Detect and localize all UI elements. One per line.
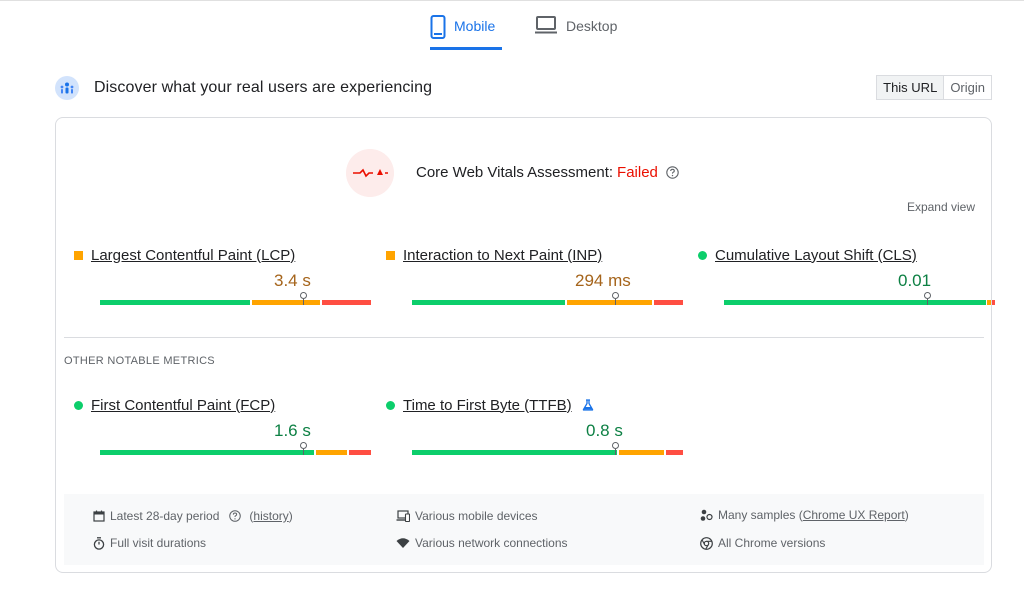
good-indicator-icon — [698, 250, 707, 260]
metric-cls-distribution-bar — [724, 292, 995, 305]
p75-marker-icon — [924, 292, 931, 305]
help-icon[interactable] — [666, 166, 679, 179]
assessment-label: Core Web Vitals Assessment: — [416, 164, 614, 181]
good-segment — [724, 300, 986, 305]
p75-marker-icon — [612, 292, 619, 305]
metric-lcp: Largest Contentful Paint (LCP) 3.4 s — [74, 245, 371, 315]
field-data-card: Core Web Vitals Assessment: Failed Expan… — [55, 117, 995, 573]
stopwatch-icon — [93, 536, 105, 550]
average-indicator-icon — [386, 250, 395, 260]
this-url-button[interactable]: This URL — [877, 76, 945, 99]
history-link[interactable]: history — [253, 509, 288, 523]
average-indicator-icon — [74, 250, 83, 260]
metric-ttfb-distribution-bar — [412, 442, 683, 455]
field-data-header: Discover what your real users are experi… — [55, 75, 992, 103]
footer-devices-text: Various mobile devices — [415, 509, 538, 523]
needs-improvement-segment — [987, 300, 991, 305]
failed-assessment-icon — [346, 149, 394, 197]
laptop-icon — [535, 16, 557, 34]
tab-mobile-label: Mobile — [454, 18, 496, 34]
footer-samples-suffix: ) — [904, 508, 909, 522]
metric-cls-name[interactable]: Cumulative Layout Shift (CLS) — [715, 247, 917, 264]
metric-fcp: First Contentful Paint (FCP) 1.6 s — [74, 395, 371, 465]
url-origin-toggle: This URL Origin — [876, 75, 992, 100]
metric-lcp-name[interactable]: Largest Contentful Paint (LCP) — [91, 247, 295, 264]
footer-network: Various network connections — [396, 536, 568, 550]
needs-improvement-segment — [567, 300, 652, 305]
field-data-title: Discover what your real users are experi… — [94, 79, 433, 96]
good-segment — [412, 450, 617, 455]
help-icon[interactable] — [229, 510, 242, 522]
metric-inp: Interaction to Next Paint (INP) 294 ms — [386, 245, 683, 315]
good-segment — [412, 300, 565, 305]
needs-improvement-segment — [619, 450, 664, 455]
metric-ttfb-value: 0.8 s — [586, 421, 623, 440]
good-indicator-icon — [386, 400, 395, 410]
expand-view-link[interactable]: Expand view — [907, 200, 975, 214]
device-tabs: Mobile Desktop — [0, 0, 1024, 52]
footer-network-text: Various network connections — [415, 536, 568, 550]
wifi-icon — [396, 538, 410, 548]
footer-samples: Many samples (Chrome UX Report) — [700, 508, 909, 522]
calendar-icon — [93, 510, 105, 522]
other-metrics-title: OTHER NOTABLE METRICS — [64, 355, 215, 367]
poor-segment — [666, 450, 683, 455]
flask-icon — [582, 399, 593, 411]
poor-segment — [349, 450, 371, 455]
chrome-ux-report-link[interactable]: Chrome UX Report — [803, 508, 905, 522]
tab-mobile[interactable]: Mobile — [430, 12, 502, 50]
smartphone-icon — [430, 15, 446, 39]
metric-lcp-distribution-bar — [100, 292, 371, 305]
metric-fcp-distribution-bar — [100, 442, 371, 455]
metric-cls: Cumulative Layout Shift (CLS) 0.01 — [698, 245, 995, 315]
chrome-icon — [700, 536, 713, 550]
metric-ttfb: Time to First Byte (TTFB) 0.8 s — [386, 395, 683, 465]
footer-period-text: Latest 28-day period — [110, 509, 220, 523]
metric-lcp-value: 3.4 s — [274, 271, 311, 290]
poor-segment — [654, 300, 683, 305]
metric-fcp-value: 1.6 s — [274, 421, 311, 440]
footer-period: Latest 28-day period (history) — [93, 509, 293, 523]
footer-devices: Various mobile devices — [396, 509, 538, 523]
devices-icon — [396, 510, 410, 522]
poor-segment — [322, 300, 371, 305]
p75-marker-icon — [300, 442, 307, 455]
footer-versions: All Chrome versions — [700, 536, 825, 550]
good-segment — [100, 450, 314, 455]
origin-button[interactable]: Origin — [944, 76, 991, 99]
footer-durations: Full visit durations — [93, 536, 206, 550]
assessment-status: Failed — [617, 164, 658, 181]
assessment-heading: Core Web Vitals Assessment: Failed — [416, 164, 679, 181]
p75-marker-icon — [300, 292, 307, 305]
metric-inp-name[interactable]: Interaction to Next Paint (INP) — [403, 247, 602, 264]
samples-icon — [700, 509, 713, 521]
poor-segment — [992, 300, 995, 305]
metric-fcp-name[interactable]: First Contentful Paint (FCP) — [91, 397, 275, 414]
data-info-footer: Latest 28-day period (history) Various m… — [64, 494, 984, 565]
metric-inp-value: 294 ms — [575, 271, 631, 290]
metric-ttfb-name[interactable]: Time to First Byte (TTFB) — [403, 397, 572, 414]
metric-cls-value: 0.01 — [898, 271, 932, 290]
section-divider — [64, 337, 984, 338]
tab-desktop-label: Desktop — [566, 18, 618, 34]
good-segment — [100, 300, 250, 305]
p75-marker-icon — [612, 442, 619, 455]
good-indicator-icon — [74, 400, 83, 410]
needs-improvement-segment — [252, 300, 320, 305]
footer-samples-prefix: Many samples ( — [718, 508, 803, 522]
tab-desktop[interactable]: Desktop — [534, 12, 629, 50]
crux-users-icon — [55, 76, 79, 100]
footer-durations-text: Full visit durations — [110, 536, 207, 550]
metric-inp-distribution-bar — [412, 292, 683, 305]
footer-versions-text: All Chrome versions — [718, 536, 826, 550]
needs-improvement-segment — [316, 450, 347, 455]
